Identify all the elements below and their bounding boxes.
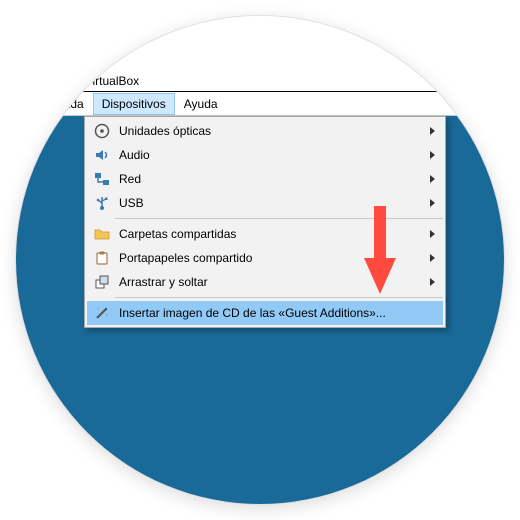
disc-icon — [91, 123, 113, 139]
dropdown-item-label: Unidades ópticas — [113, 124, 419, 138]
wand-icon — [91, 305, 113, 321]
dropdown-item-drag[interactable]: Arrastrar y soltar — [87, 270, 443, 294]
submenu-arrow-icon — [430, 127, 435, 135]
dropdown-item-label: Audio — [113, 148, 419, 162]
dropdown-item-wand[interactable]: Insertar imagen de CD de las «Guest Addi… — [87, 301, 443, 325]
menu-separator — [115, 218, 443, 219]
audio-icon — [91, 147, 113, 163]
submenu-arrow-icon — [430, 278, 435, 286]
menu-item-dispositivos[interactable]: Dispositivos — [93, 93, 175, 115]
dropdown-item-label: Arrastrar y soltar — [113, 275, 419, 289]
dropdown-item-label: USB — [113, 196, 419, 210]
menu-separator — [115, 297, 443, 298]
dropdown-item-disc[interactable]: Unidades ópticas — [87, 119, 443, 143]
submenu-arrow-icon — [430, 175, 435, 183]
net-icon — [91, 171, 113, 187]
dropdown-item-label: Insertar imagen de CD de las «Guest Addi… — [113, 306, 419, 320]
devices-dropdown: Unidades ópticas Audio Red USB Carpetas comp… — [84, 116, 446, 328]
submenu-arrow-icon — [430, 199, 435, 207]
usb-icon — [91, 195, 113, 211]
submenu-arrow-icon — [430, 230, 435, 238]
menu-item-entrada[interactable]: entrada — [34, 93, 93, 115]
dropdown-item-usb[interactable]: USB — [87, 191, 443, 215]
window-title: acle VM VirtualBox — [16, 70, 504, 92]
folder-icon — [91, 226, 113, 242]
dropdown-item-clip[interactable]: Portapapeles compartido — [87, 246, 443, 270]
dropdown-item-net[interactable]: Red — [87, 167, 443, 191]
menu-item-ayuda[interactable]: Ayuda — [175, 93, 227, 115]
submenu-arrow-icon — [430, 254, 435, 262]
dropdown-item-label: Carpetas compartidas — [113, 227, 419, 241]
menu-bar: entradaDispositivosAyuda — [16, 93, 504, 116]
window-chrome: acle VM VirtualBox entradaDispositivosAy… — [16, 16, 504, 116]
dropdown-item-audio[interactable]: Audio — [87, 143, 443, 167]
dropdown-item-folder[interactable]: Carpetas compartidas — [87, 222, 443, 246]
submenu-arrow-icon — [430, 151, 435, 159]
circular-viewport: acle VM VirtualBox entradaDispositivosAy… — [16, 16, 504, 504]
drag-icon — [91, 274, 113, 290]
dropdown-item-label: Red — [113, 172, 419, 186]
clip-icon — [91, 250, 113, 266]
dropdown-item-label: Portapapeles compartido — [113, 251, 419, 265]
